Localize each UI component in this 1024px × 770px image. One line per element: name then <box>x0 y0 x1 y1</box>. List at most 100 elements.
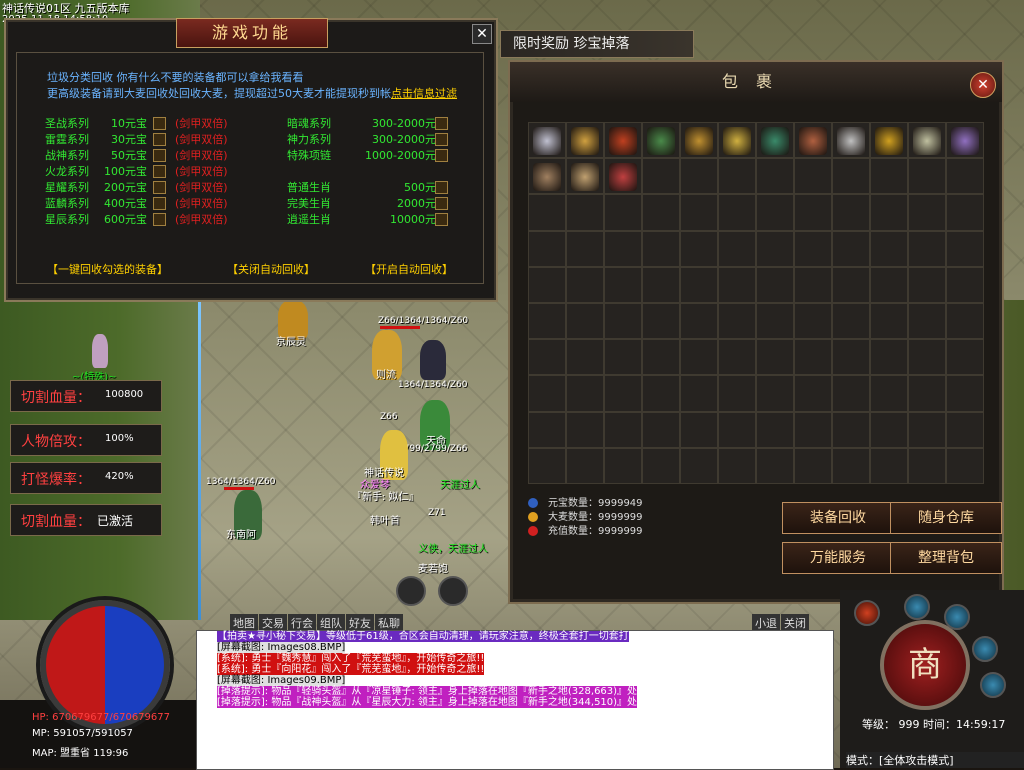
character-sprite[interactable] <box>420 340 446 380</box>
inventory-slot[interactable] <box>642 302 680 340</box>
inventory-slot[interactable] <box>870 375 908 412</box>
inventory-slot[interactable] <box>756 447 794 484</box>
inventory-slot[interactable] <box>680 411 718 448</box>
inventory-slot[interactable] <box>718 375 756 412</box>
inventory-slot[interactable] <box>604 375 642 412</box>
inventory-slot[interactable] <box>566 339 604 376</box>
inventory-slot[interactable] <box>870 122 908 159</box>
quick-slot[interactable] <box>438 576 468 606</box>
gloves-icon[interactable] <box>571 163 599 192</box>
sword-icon[interactable] <box>571 127 599 155</box>
necklace-icon[interactable] <box>761 127 789 155</box>
inventory-slot[interactable] <box>794 411 832 448</box>
inventory-slot[interactable] <box>718 122 756 159</box>
category-checkbox[interactable] <box>435 149 448 162</box>
inventory-slot[interactable] <box>832 230 870 267</box>
inventory-slot[interactable] <box>680 194 718 231</box>
inventory-slot[interactable] <box>604 194 642 231</box>
category-checkbox[interactable] <box>153 117 166 130</box>
armor-icon[interactable] <box>723 127 751 155</box>
inventory-slot[interactable] <box>566 447 604 484</box>
category-checkbox[interactable] <box>153 165 166 178</box>
inventory-slot[interactable] <box>908 158 946 195</box>
inventory-slot[interactable] <box>908 339 946 376</box>
inventory-slot[interactable] <box>604 302 642 340</box>
inventory-slot[interactable] <box>832 375 870 412</box>
inventory-slot[interactable] <box>870 447 908 484</box>
shop-button[interactable]: 商 <box>880 620 970 710</box>
menu-button[interactable] <box>972 636 998 662</box>
inventory-slot[interactable] <box>718 411 756 448</box>
inventory-slot[interactable] <box>756 158 794 195</box>
inventory-slot[interactable] <box>832 339 870 376</box>
inventory-slot[interactable] <box>528 447 566 484</box>
inventory-slot[interactable] <box>794 158 832 195</box>
inventory-slot[interactable] <box>832 302 870 340</box>
inventory-slot[interactable] <box>566 158 604 195</box>
inventory-slot[interactable] <box>832 158 870 195</box>
gloves-icon[interactable] <box>533 163 561 192</box>
bracelet-icon[interactable] <box>799 127 827 155</box>
inventory-slot[interactable] <box>604 411 642 448</box>
inventory-slot[interactable] <box>794 266 832 303</box>
inventory-slot[interactable] <box>908 266 946 303</box>
inventory-slot[interactable] <box>528 302 566 340</box>
inventory-slot[interactable] <box>680 447 718 484</box>
inventory-slot[interactable] <box>604 158 642 195</box>
inventory-slot[interactable] <box>642 158 680 195</box>
attack-mode[interactable]: 模式：[全体攻击模式] <box>846 752 1024 768</box>
category-checkbox[interactable] <box>153 213 166 226</box>
enable-auto-recycle-link[interactable]: 【开启自动回收】 <box>365 261 453 277</box>
inventory-slot[interactable] <box>528 375 566 412</box>
inventory-slot[interactable] <box>832 122 870 159</box>
inventory-slot[interactable] <box>908 302 946 340</box>
helmet-icon[interactable] <box>837 127 865 155</box>
inventory-slot[interactable] <box>566 122 604 159</box>
inventory-slot[interactable] <box>870 411 908 448</box>
inventory-slot[interactable] <box>832 447 870 484</box>
inventory-slot[interactable] <box>566 266 604 303</box>
inventory-slot[interactable] <box>528 266 566 303</box>
inventory-slot[interactable] <box>642 266 680 303</box>
belt-icon[interactable] <box>609 163 637 192</box>
category-checkbox[interactable] <box>435 213 448 226</box>
inventory-slot[interactable] <box>566 375 604 412</box>
inventory-slot[interactable] <box>566 230 604 267</box>
menu-button[interactable] <box>980 672 1006 698</box>
armor-icon[interactable] <box>647 127 675 155</box>
inventory-slot[interactable] <box>604 266 642 303</box>
inventory-slot[interactable] <box>908 194 946 231</box>
inventory-slot[interactable] <box>946 411 984 448</box>
inventory-slot[interactable] <box>908 375 946 412</box>
menu-button[interactable] <box>944 604 970 630</box>
inventory-slot[interactable] <box>946 266 984 303</box>
inventory-slot[interactable] <box>870 230 908 267</box>
inventory-slot[interactable] <box>680 375 718 412</box>
inventory-slot[interactable] <box>946 375 984 412</box>
armor-icon[interactable] <box>685 127 713 155</box>
ring-icon[interactable] <box>875 127 903 155</box>
close-icon[interactable]: ✕ <box>970 72 996 98</box>
inventory-slot[interactable] <box>946 230 984 267</box>
category-checkbox[interactable] <box>153 197 166 210</box>
inventory-slot[interactable] <box>870 339 908 376</box>
inventory-slot[interactable] <box>604 230 642 267</box>
inventory-slot[interactable] <box>680 122 718 159</box>
menu-button[interactable] <box>904 594 930 620</box>
category-checkbox[interactable] <box>435 117 448 130</box>
inventory-slot[interactable] <box>642 194 680 231</box>
quick-slot[interactable] <box>396 576 426 606</box>
inventory-slot[interactable] <box>528 158 566 195</box>
chat-window[interactable]: 【拍卖★寻小秘下交易】等级低于61级，合区会自动清理，请玩家注意，终极全套打一切… <box>196 630 834 770</box>
disable-auto-recycle-link[interactable]: 【关闭自动回收】 <box>227 261 315 277</box>
inventory-slot[interactable] <box>642 375 680 412</box>
category-checkbox[interactable] <box>153 133 166 146</box>
inventory-slot[interactable] <box>756 266 794 303</box>
event-button[interactable] <box>854 600 880 626</box>
inventory-slot[interactable] <box>908 122 946 159</box>
equipment-recycle-button[interactable]: 装备回收 <box>782 502 894 534</box>
inventory-slot[interactable] <box>870 158 908 195</box>
inventory-slot[interactable] <box>718 339 756 376</box>
npc-sprite[interactable] <box>92 334 108 368</box>
inventory-slot[interactable] <box>794 122 832 159</box>
